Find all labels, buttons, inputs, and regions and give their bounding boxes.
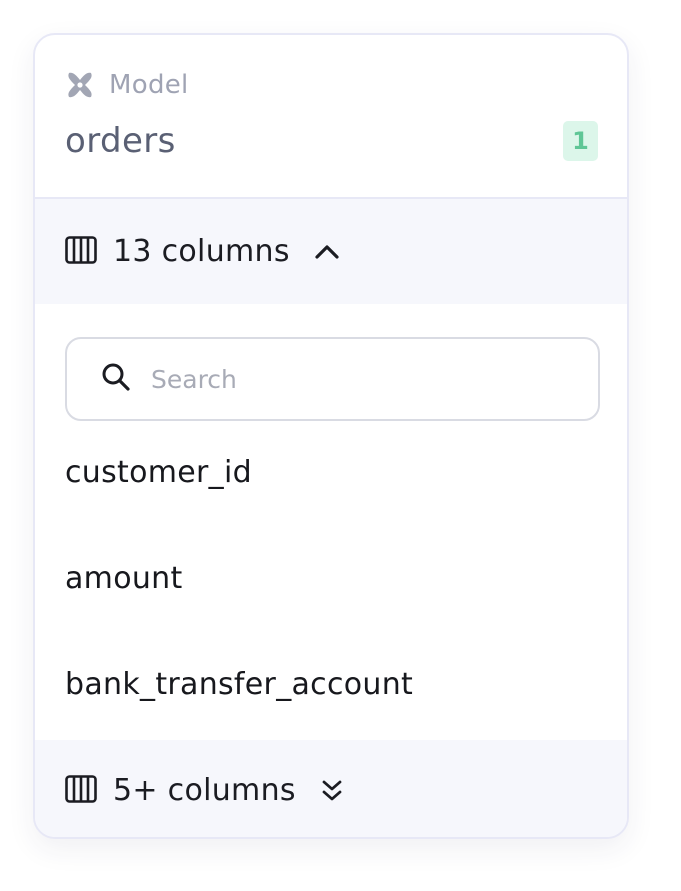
column-search[interactable] — [65, 337, 600, 421]
column-item-customer-id[interactable]: customer_id — [65, 455, 252, 490]
model-node-card[interactable]: Model orders 1 13 columns Search custome… — [33, 33, 629, 839]
dbt-logo-icon — [65, 70, 95, 100]
table-columns-icon — [65, 235, 97, 268]
node-type-label: Model — [109, 70, 189, 100]
columns-count-label: 13 columns — [113, 234, 290, 269]
node-header: Model orders 1 — [35, 35, 627, 199]
more-columns-label: 5+ columns — [113, 773, 296, 808]
columns-toggle[interactable]: 13 columns — [35, 199, 627, 304]
count-badge: 1 — [563, 121, 598, 161]
column-item-amount[interactable]: amount — [65, 561, 183, 596]
node-type-row: Model — [65, 69, 189, 101]
more-columns-toggle[interactable]: 5+ columns — [35, 740, 627, 837]
chevron-up-icon[interactable] — [314, 243, 340, 261]
column-item-bank-transfer-account[interactable]: bank_transfer_account — [65, 667, 413, 702]
search-icon — [101, 362, 131, 396]
node-title: orders — [65, 121, 176, 161]
double-chevron-down-icon[interactable] — [320, 778, 344, 804]
search-input[interactable] — [149, 363, 573, 395]
table-columns-icon — [65, 774, 97, 807]
